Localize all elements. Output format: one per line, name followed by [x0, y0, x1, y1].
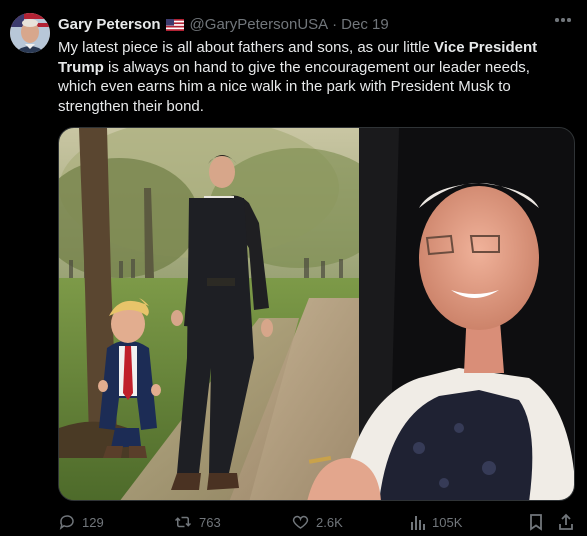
author-avatar[interactable] — [10, 13, 50, 53]
like-count: 2.6K — [316, 514, 343, 530]
more-dots-icon[interactable] — [551, 10, 575, 30]
share-button[interactable] — [558, 512, 574, 532]
views-chart-icon — [410, 513, 426, 531]
header-separator: · — [332, 15, 338, 33]
tweet-card[interactable]: Gary Peterson @GaryPetersonUSA · Dec 19 … — [0, 0, 587, 536]
reply-count: 129 — [82, 514, 104, 530]
tweet-text-part2: is always on hand to give the encouragem… — [58, 58, 530, 115]
author-handle[interactable]: @GaryPetersonUSA — [190, 16, 329, 33]
reply-icon — [58, 513, 76, 531]
tweet-actions: 129 763 2.6K 105K — [58, 512, 575, 532]
us-flag-icon — [165, 18, 184, 31]
repost-button[interactable]: 763 — [173, 512, 221, 532]
bookmark-button[interactable] — [528, 512, 544, 532]
heart-icon — [291, 513, 310, 531]
views-button[interactable]: 105K — [410, 512, 462, 532]
repost-icon — [173, 513, 193, 531]
views-count: 105K — [432, 514, 463, 530]
tweet-image[interactable] — [58, 127, 575, 501]
like-button[interactable]: 2.6K — [291, 512, 343, 532]
tweet-text: My latest piece is all about fathers and… — [58, 38, 568, 116]
tweet-text-part1: My latest piece is all about fathers and… — [58, 39, 435, 56]
share-icon — [558, 513, 574, 531]
tweet-header: Gary Peterson @GaryPetersonUSA · Dec 19 — [58, 14, 389, 34]
tweet-date[interactable]: Dec 19 — [341, 16, 389, 33]
repost-count: 763 — [199, 514, 221, 530]
author-name[interactable]: Gary Peterson — [58, 16, 161, 33]
bookmark-icon — [528, 513, 544, 531]
reply-button[interactable]: 129 — [58, 512, 104, 532]
